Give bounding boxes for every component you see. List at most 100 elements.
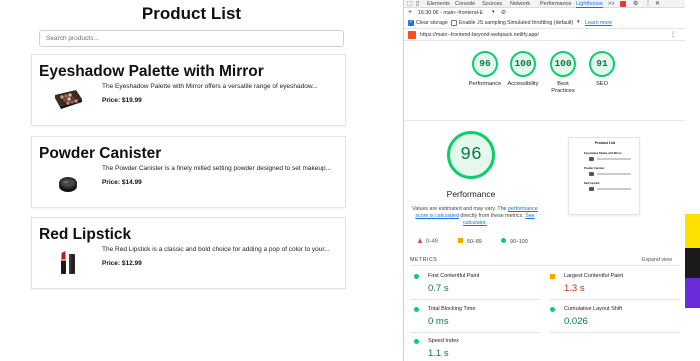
lipstick-icon — [52, 248, 84, 278]
product-price: Price: $19.99 — [102, 97, 142, 104]
best-practices-gauge[interactable]: 100 — [550, 51, 576, 77]
tab-lighthouse[interactable]: Lighthouse — [576, 0, 603, 8]
metric-value: 1.3 s — [564, 283, 585, 294]
price-value: $12.99 — [121, 260, 142, 267]
metric-value: 0.7 s — [428, 283, 449, 294]
kebab-menu-icon[interactable]: ⋮ — [645, 0, 651, 8]
tab-sources[interactable]: Sources — [482, 0, 502, 8]
expand-view-toggle[interactable]: Expand view — [642, 257, 672, 263]
metric-speed-index: Speed Index 1.1 s — [410, 336, 540, 361]
metric-lcp: Largest Contentful Paint 1.3 s — [546, 271, 676, 299]
metric-name: Total Blocking Time — [428, 306, 476, 312]
chevron-down-icon[interactable]: ▾ — [577, 19, 580, 25]
background-stripe — [685, 214, 700, 248]
thumbnail-title: Product List — [594, 141, 616, 145]
metric-name: Speed Index — [428, 338, 459, 344]
gauge-label: SEO — [595, 81, 608, 87]
green-circle-icon — [414, 307, 419, 312]
js-sampling-checkbox[interactable] — [451, 20, 457, 26]
lighthouse-report-body: 96 Performance Values are estimated and … — [404, 120, 686, 361]
devtools-panel: ⬚ ▯ Elements Console Sources Network Per… — [403, 0, 686, 361]
legend-label: 50–89 — [467, 239, 482, 245]
legend-average: 50–89 — [458, 238, 482, 245]
performance-gauge[interactable]: 96 — [472, 51, 498, 77]
metric-value: 0 ms — [428, 316, 449, 327]
product-description: The Eyeshadow Palette with Mirror offers… — [102, 83, 318, 90]
background-stripe — [685, 278, 700, 308]
thumbnail-item: Red Lipstick — [584, 182, 600, 185]
orange-square-icon — [550, 274, 555, 279]
background-stripe — [685, 248, 700, 278]
metric-name: Cumulative Layout Shift — [564, 306, 623, 312]
accessibility-gauge[interactable]: 100 — [510, 51, 536, 77]
clear-storage-checkbox[interactable] — [408, 19, 414, 26]
devtools-tab-bar: ⬚ ▯ Elements Console Sources Network Per… — [404, 0, 686, 8]
metric-name: Largest Contentful Paint — [564, 273, 624, 279]
thumbnail-text-line — [597, 158, 631, 160]
inspect-icon[interactable]: ⬚ — [407, 0, 413, 8]
legend-fail: 0–49 — [418, 238, 438, 245]
clear-icon[interactable]: ⊘ — [501, 9, 506, 16]
lighthouse-logo-icon — [408, 31, 416, 39]
page-screenshot-thumbnail[interactable]: Product List Eyeshadow Palette with Mirr… — [568, 137, 640, 215]
product-price: Price: $14.99 — [102, 179, 142, 186]
thumbnail-item: Eyeshadow Palette with Mirror — [584, 152, 622, 155]
divider — [410, 332, 540, 333]
price-label: Price: — [102, 97, 121, 104]
tab-performance[interactable]: Performance — [540, 0, 572, 8]
divider — [550, 332, 680, 333]
js-sampling-label: Enable JS sampling — [459, 20, 506, 26]
thumbnail-image — [589, 172, 594, 176]
metric-fcp: First Contentful Paint 0.7 s — [410, 271, 540, 299]
report-selector[interactable]: 16:30:06 - main--frontend-E — [418, 10, 483, 16]
lighthouse-options-bar: Clear storage Enable JS sampling Simulat… — [404, 18, 686, 29]
gear-icon[interactable]: ⚙ — [633, 0, 638, 8]
thumbnail-image — [589, 157, 594, 161]
metric-tbt: Total Blocking Time 0 ms — [410, 304, 540, 332]
tab-console[interactable]: Console — [455, 0, 475, 8]
chevron-down-icon[interactable]: ▾ — [492, 9, 495, 15]
divider — [410, 299, 540, 300]
metric-value: 0.026 — [564, 316, 588, 327]
tab-network[interactable]: Network — [510, 0, 530, 8]
throttling-label[interactable]: Simulated throttling (default) — [507, 20, 573, 26]
thumbnail-item: Powder Canister — [584, 167, 605, 170]
device-toggle-icon[interactable]: ▯ — [416, 0, 419, 8]
kebab-menu-icon[interactable]: ⋮ — [670, 31, 676, 38]
product-card[interactable]: Eyeshadow Palette with Mirror The Eyesha… — [31, 54, 346, 126]
gauge-label: Best Practices — [551, 81, 575, 94]
metric-cls: Cumulative Layout Shift 0.026 — [546, 304, 676, 332]
note-text: directly from these metrics. — [458, 213, 526, 220]
orange-square-icon — [458, 238, 463, 243]
green-circle-icon — [414, 274, 419, 279]
error-badge-icon — [620, 1, 626, 7]
product-list-app: Product List Eyeshadow Palette with Mirr… — [0, 0, 388, 361]
clear-storage-label: Clear storage — [416, 20, 448, 26]
price-value: $19.99 — [121, 97, 142, 104]
product-description: The Powder Canister is a finely milled s… — [102, 165, 332, 172]
learn-more-link[interactable]: Learn more — [585, 20, 612, 26]
audited-url: https://main--frontend-beyond-webpack.ne… — [420, 32, 539, 38]
search-input[interactable] — [39, 30, 344, 47]
product-name: Red Lipstick — [39, 226, 132, 243]
performance-note: Values are estimated and may vary. The p… — [410, 206, 540, 228]
product-card[interactable]: Red Lipstick The Red Lipstick is a class… — [31, 217, 346, 289]
plus-icon[interactable]: + — [408, 9, 412, 16]
audited-url-bar: https://main--frontend-beyond-webpack.ne… — [404, 29, 686, 41]
product-description: The Red Lipstick is a classic and bold c… — [102, 246, 330, 253]
seo-gauge[interactable]: 91 — [589, 51, 615, 77]
eyeshadow-palette-icon — [52, 85, 84, 115]
legend-label: 0–49 — [426, 238, 438, 245]
red-triangle-icon — [418, 238, 422, 243]
price-label: Price: — [102, 260, 121, 267]
more-tabs-button[interactable]: >> — [608, 0, 614, 8]
product-card[interactable]: Powder Canister The Powder Canister is a… — [31, 136, 346, 208]
performance-heading: Performance — [446, 189, 496, 199]
thumbnail-text-line — [597, 173, 631, 175]
tab-elements[interactable]: Elements — [427, 0, 450, 8]
green-circle-icon — [550, 307, 555, 312]
note-text: Values are estimated and may vary. The — [412, 206, 508, 212]
close-icon[interactable]: ✕ — [655, 0, 660, 8]
lighthouse-toolbar: + 16:30:06 - main--frontend-E ▾ ⊘ — [404, 8, 686, 18]
product-name: Powder Canister — [39, 145, 162, 162]
